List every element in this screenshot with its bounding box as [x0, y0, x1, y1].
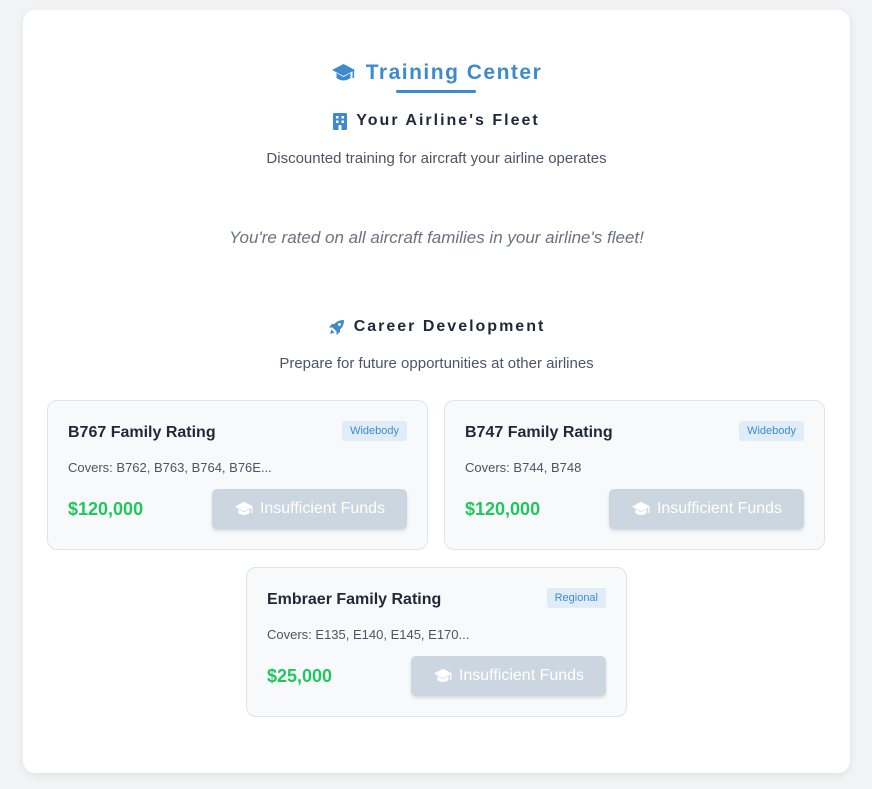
title-underline: [396, 90, 476, 93]
card-covers: Covers: E135, E140, E145, E170...: [267, 627, 470, 642]
fleet-section-title: Your Airline's Fleet: [356, 112, 540, 129]
page-title: Training Center: [365, 61, 543, 84]
category-badge: Regional: [546, 588, 606, 608]
card-price: $25,000: [267, 666, 333, 686]
card-price: $120,000: [68, 499, 144, 519]
training-card-b747: B747 Family Rating Widebody Covers: B744…: [444, 400, 825, 550]
rocket-icon: [328, 319, 345, 336]
graduation-cap-icon: [331, 63, 356, 83]
insufficient-funds-button[interactable]: Insufficient Funds: [609, 489, 804, 529]
training-card-embraer: Embraer Family Rating Regional Covers: E…: [246, 567, 627, 717]
career-section-heading: Career Development: [23, 318, 850, 336]
button-label: Insufficient Funds: [656, 500, 783, 517]
training-center-panel: Training Center Your Airline's Fleet Dis…: [23, 10, 850, 773]
insufficient-funds-button[interactable]: Insufficient Funds: [411, 656, 606, 696]
fleet-section-subtitle: Discounted training for aircraft your ai…: [266, 150, 607, 167]
card-title: Embraer Family Rating: [267, 591, 442, 608]
graduation-cap-icon: [433, 668, 453, 684]
category-badge: Widebody: [342, 421, 407, 441]
building-icon: [333, 112, 348, 130]
career-section-subtitle: Prepare for future opportunities at othe…: [279, 355, 594, 372]
card-title: B767 Family Rating: [68, 424, 216, 441]
graduation-cap-icon: [631, 501, 651, 517]
category-badge: Widebody: [739, 421, 804, 441]
card-price: $120,000: [465, 499, 541, 519]
fleet-section-heading: Your Airline's Fleet: [23, 112, 850, 130]
insufficient-funds-button[interactable]: Insufficient Funds: [212, 489, 407, 529]
training-card-b767: B767 Family Rating Widebody Covers: B762…: [47, 400, 428, 550]
fleet-rated-note: You're rated on all aircraft families in…: [229, 228, 644, 247]
graduation-cap-icon: [234, 501, 254, 517]
button-label: Insufficient Funds: [259, 500, 386, 517]
career-section-title: Career Development: [353, 318, 546, 335]
page-header: Training Center: [23, 61, 850, 85]
card-title: B747 Family Rating: [465, 424, 613, 441]
card-covers: Covers: B762, B763, B764, B76E...: [68, 460, 272, 475]
card-covers: Covers: B744, B748: [465, 460, 582, 475]
button-label: Insufficient Funds: [458, 667, 585, 684]
